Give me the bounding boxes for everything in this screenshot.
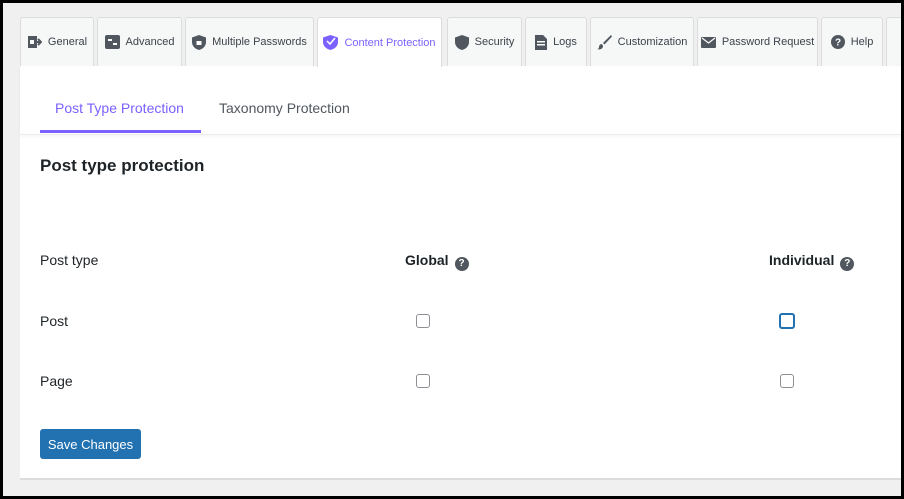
active-subtab-indicator: [40, 130, 201, 133]
settings-tab-bar: General Advanced Multiple Passwords Cont…: [20, 17, 904, 67]
column-header-label: Individual: [769, 252, 835, 268]
tab-general[interactable]: General: [20, 17, 94, 66]
help-icon[interactable]: ?: [840, 257, 855, 271]
tab-content-protection[interactable]: Content Protection: [317, 17, 442, 67]
row-label-page: Page: [40, 373, 73, 389]
tab-advanced[interactable]: Advanced: [97, 17, 182, 66]
tab-overflow: [886, 17, 904, 66]
column-header-global: Global?: [405, 252, 469, 271]
tab-label: Help: [850, 36, 874, 48]
subtab-bar: Post Type Protection Taxonomy Protection: [20, 66, 904, 135]
row-label-post: Post: [40, 313, 69, 329]
tab-label: General: [47, 36, 88, 48]
tab-security[interactable]: Security: [447, 17, 522, 66]
shield-solid-icon: [454, 34, 469, 50]
help-icon[interactable]: ?: [454, 257, 469, 271]
document-icon: [535, 34, 548, 50]
subtab-post-type-protection[interactable]: Post Type Protection: [55, 100, 184, 130]
column-header-label: Global: [405, 252, 449, 268]
tab-label: Security: [474, 36, 515, 48]
panel-bottom-edge: [20, 478, 904, 480]
tab-multiple-passwords[interactable]: Multiple Passwords: [185, 17, 314, 66]
tab-password-request[interactable]: Password Request: [697, 17, 818, 66]
section-title: Post type protection: [40, 156, 205, 175]
tab-label: Password Request: [721, 36, 815, 48]
post-global-checkbox[interactable]: [416, 314, 430, 328]
column-header-post-type: Post type: [40, 252, 98, 268]
tab-label: Logs: [553, 36, 577, 48]
shield-lock-icon: [192, 34, 207, 50]
post-individual-checkbox[interactable]: [779, 313, 795, 329]
save-changes-button[interactable]: Save Changes: [40, 429, 141, 459]
column-header-label: Post type: [40, 252, 99, 268]
tab-help[interactable]: ? Help: [821, 17, 883, 66]
svg-text:?: ?: [835, 38, 841, 49]
column-header-individual: Individual?: [769, 252, 855, 271]
help-icon: ?: [830, 35, 845, 49]
content-protection-panel: Post Type Protection Taxonomy Protection…: [20, 66, 904, 478]
tab-label: Content Protection: [344, 36, 436, 49]
shield-icon: [323, 35, 339, 50]
paintbrush-icon: [596, 34, 612, 49]
page-individual-checkbox[interactable]: [780, 374, 794, 388]
login-arrow-icon: [27, 36, 42, 48]
tab-label: Multiple Passwords: [212, 36, 307, 48]
page-global-checkbox[interactable]: [416, 374, 430, 388]
envelope-icon: [700, 36, 716, 48]
tab-label: Advanced: [125, 36, 175, 48]
tab-label: Customization: [617, 36, 688, 48]
tab-customization[interactable]: Customization: [590, 17, 694, 66]
admin-generic-icon: [104, 35, 120, 49]
subtab-taxonomy-protection[interactable]: Taxonomy Protection: [219, 100, 350, 130]
tab-logs[interactable]: Logs: [525, 17, 587, 66]
